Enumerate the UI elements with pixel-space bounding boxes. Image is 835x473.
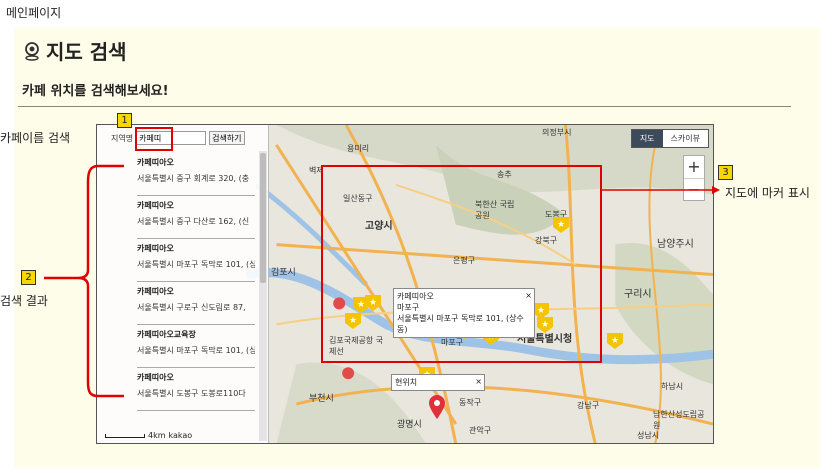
map-type-toggle: 지도 스카이뷰 (630, 129, 709, 148)
info-title: 현위치 (395, 378, 418, 387)
map-pin-icon (25, 41, 39, 61)
current-location-marker[interactable] (429, 395, 445, 419)
annotation-box-search (135, 127, 173, 151)
kakao-logo: kakao (168, 431, 193, 440)
svg-text:★: ★ (611, 336, 619, 346)
info-window-current: 현위치 × (391, 374, 485, 391)
scale-distance: 4km (148, 431, 166, 440)
map-type-normal-button[interactable]: 지도 (631, 130, 663, 147)
map-type-skyview-button[interactable]: 스카이뷰 (662, 130, 708, 147)
page-subtitle: 카페 위치를 검색해보세요! (22, 84, 169, 99)
divider (18, 106, 791, 107)
page-title: 지도 검색 (46, 40, 127, 64)
annotation-2-text: 검색 결과 (0, 294, 48, 308)
callout-2: 2 (21, 270, 36, 285)
page-label: 메인페이지 (6, 6, 62, 20)
close-icon[interactable]: × (475, 376, 482, 387)
page-title-row: 지도 검색 (22, 36, 127, 65)
scale-bar (105, 433, 145, 438)
annotation-1-text: 카페이름 검색 (0, 131, 71, 145)
cafe-marker[interactable]: ★ (607, 333, 623, 349)
annotation-3-text: 지도에 마커 표시 (725, 186, 810, 200)
zoom-in-button[interactable]: + (684, 156, 704, 178)
map-scale: 4km kakao (105, 431, 192, 440)
annotation-box-markers (321, 165, 602, 363)
annotation-bracket (44, 164, 124, 398)
annotation-arrow (602, 186, 720, 194)
callout-3: 3 (718, 165, 733, 180)
callout-1: 1 (117, 113, 132, 128)
